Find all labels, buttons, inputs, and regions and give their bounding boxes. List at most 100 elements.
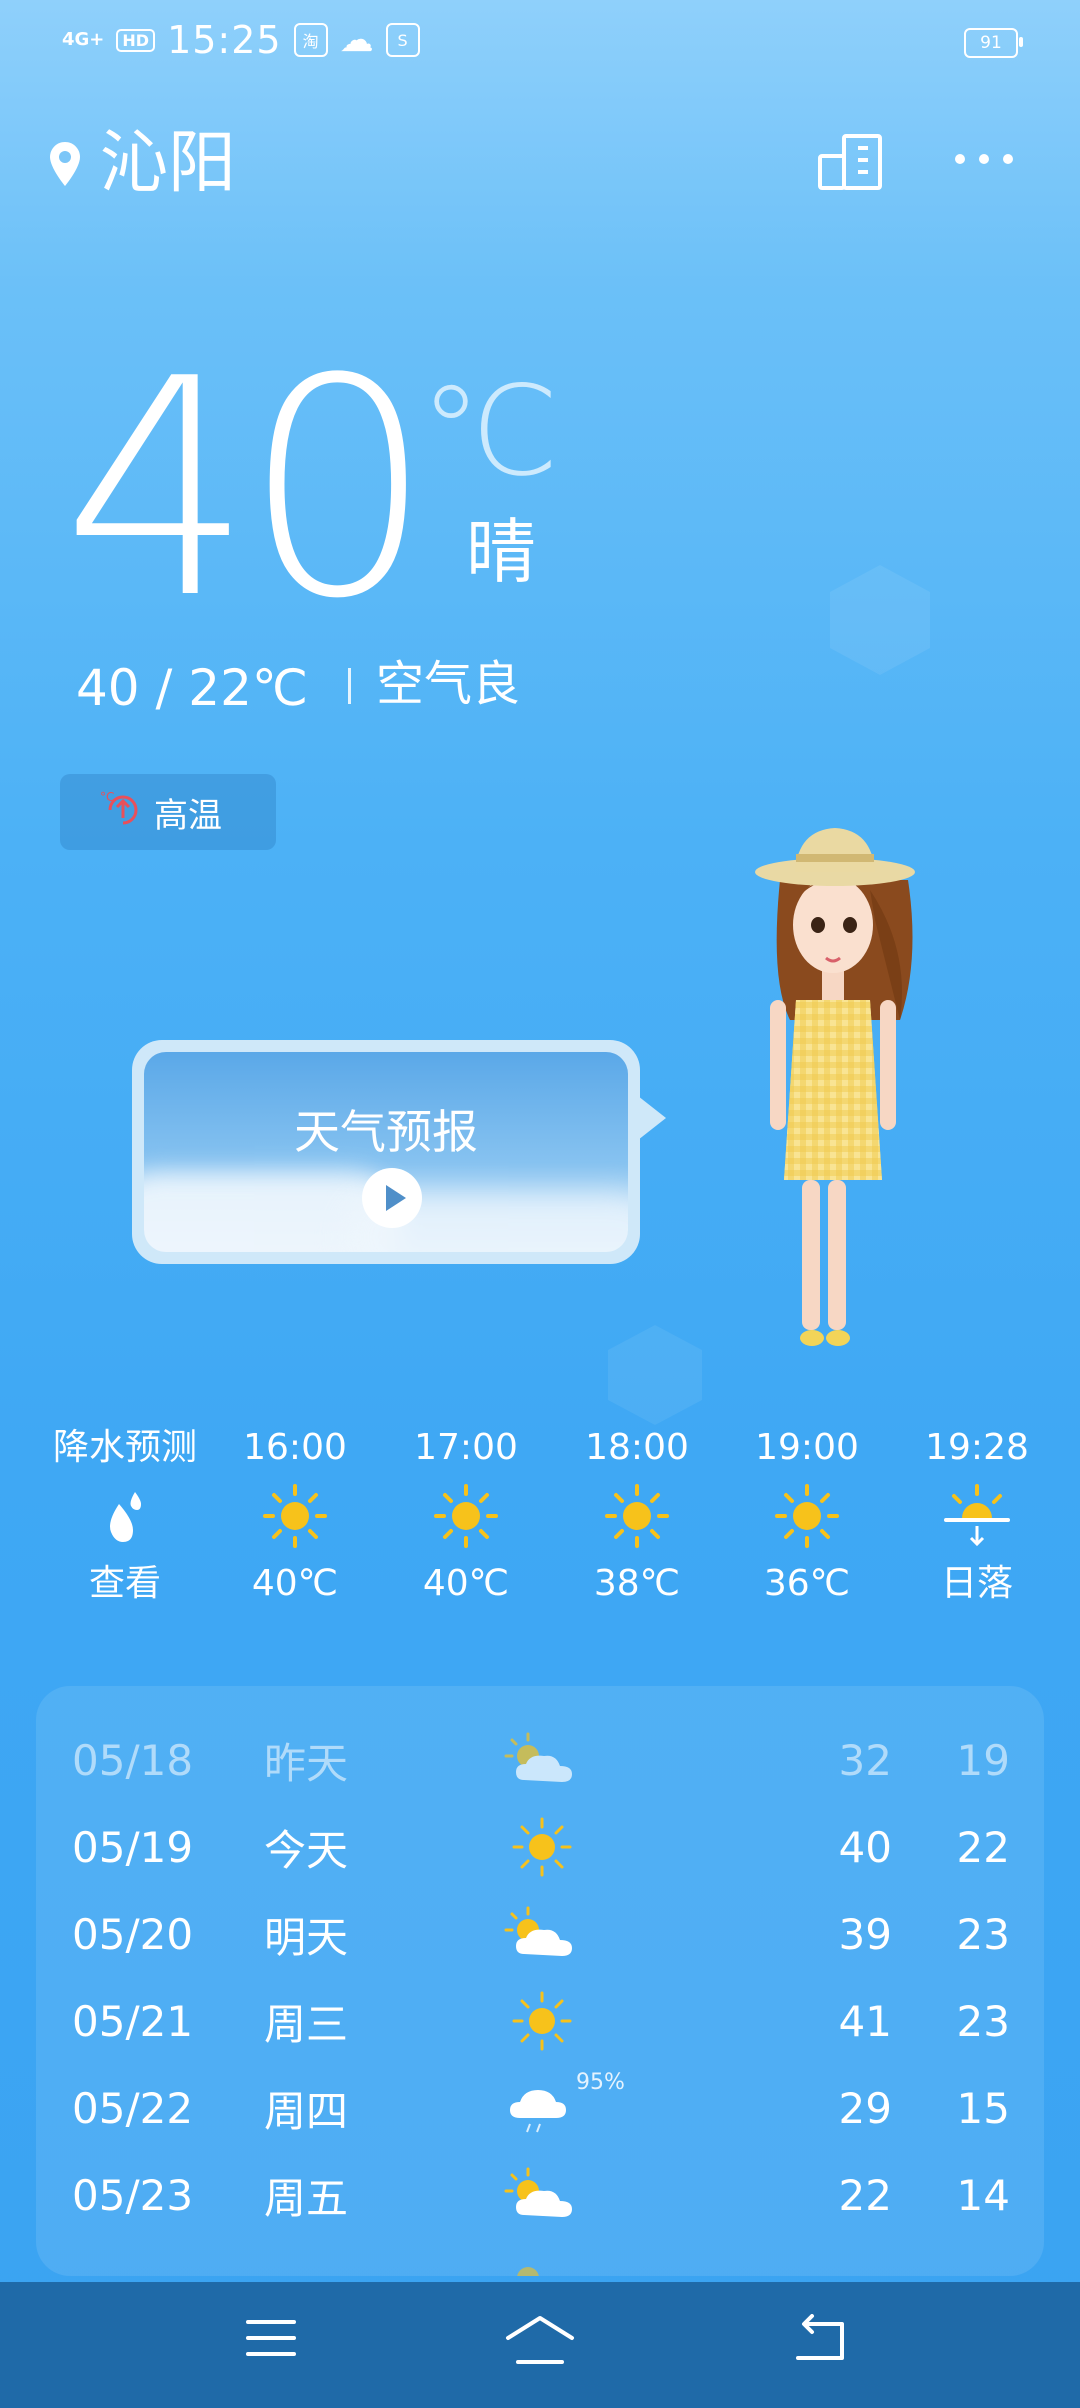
sun-icon [722, 1476, 892, 1556]
day-date: 05/22 [72, 2083, 194, 2133]
cloud-notification-icon: ☁ [339, 20, 374, 60]
hd-indicator: HD [116, 28, 156, 52]
day-low: 23 [956, 1909, 1010, 1959]
day-name: 周五 [264, 2173, 349, 2223]
city-buildings-icon[interactable] [818, 132, 884, 194]
svg-text:°C: °C [100, 790, 114, 804]
daily-row-partial[interactable] [36, 2238, 1044, 2276]
hourly-item: 19:28 日落 [892, 1420, 1062, 1612]
day-high: 22 [838, 2170, 892, 2220]
hourly-forecast: 降水预测 查看 16:00 40℃ 17:00 40℃ 18:00 38℃ 19… [40, 1420, 1060, 1620]
day-name: 昨天 [264, 1738, 349, 1788]
hour-label: 16:00 [243, 1427, 347, 1468]
sun-icon [502, 1991, 582, 2061]
high-low-temperature: 40 / 22℃ [76, 659, 309, 717]
hourly-item: 17:00 40℃ [381, 1420, 551, 1612]
current-temperature: 40 [62, 315, 434, 664]
day-low: 22 [956, 1822, 1010, 1872]
video-thumbnail: 天气预报 [144, 1052, 628, 1252]
day-date: 05/20 [72, 1909, 194, 1959]
weather-condition: 晴 [466, 511, 536, 593]
hour-value: 40℃ [422, 1563, 510, 1604]
back-icon[interactable] [794, 2314, 848, 2366]
sun-icon [210, 1476, 380, 1556]
daily-row[interactable]: 05/19 今天 40 22 [36, 1803, 1044, 1891]
day-name: 周三 [264, 1999, 349, 2049]
day-date: 05/18 [72, 1735, 194, 1785]
decor-hexagon [608, 1325, 702, 1425]
sun-icon [381, 1476, 551, 1556]
hourly-item: 18:00 38℃ [552, 1420, 722, 1612]
partly-cloudy-icon [502, 1904, 582, 1974]
day-high: 32 [838, 1735, 892, 1785]
more-dots-icon[interactable] [954, 150, 1014, 169]
home-icon[interactable] [504, 2314, 576, 2370]
day-date: 05/23 [72, 2170, 194, 2220]
video-card-title: 天气预报 [294, 1105, 478, 1159]
air-quality[interactable]: 空气良 [376, 654, 520, 714]
day-low: 23 [956, 1996, 1010, 2046]
alert-label: 高温 [154, 795, 222, 836]
day-date: 05/19 [72, 1822, 194, 1872]
sun-icon [552, 1476, 722, 1556]
hourly-item: 16:00 40℃ [210, 1420, 380, 1612]
weather-forecast-video-card[interactable]: 天气预报 [132, 1040, 640, 1264]
daily-row[interactable]: 05/22 周四 95% 29 15 [36, 2064, 1044, 2152]
divider [348, 668, 351, 704]
hour-value: 38℃ [593, 1563, 681, 1604]
raindrop-icon [40, 1476, 210, 1556]
partly-cloudy-icon [502, 1730, 582, 1800]
day-high: 29 [838, 2083, 892, 2133]
status-left: 4G+ HD 15:25 淘 ☁ S [62, 18, 420, 62]
day-high: 40 [838, 1822, 892, 1872]
city-name[interactable]: 沁阳 [100, 122, 236, 206]
day-name: 周四 [264, 2086, 349, 2136]
high-temp-alert-badge[interactable]: °C 高温 [60, 774, 276, 850]
thermometer-alert-icon: °C [100, 790, 146, 834]
day-name: 明天 [264, 1912, 349, 1962]
status-time: 15:25 [167, 18, 282, 62]
hour-label: 17:00 [414, 1427, 518, 1468]
decor-hexagon [830, 565, 930, 675]
hour-value: 36℃ [763, 1563, 851, 1604]
precip-probability: 95% [576, 2070, 625, 2095]
day-date: 05/21 [72, 1996, 194, 2046]
daily-row[interactable]: 05/21 周三 41 23 [36, 1977, 1044, 2065]
day-low: 19 [956, 1735, 1010, 1785]
partly-cloudy-icon [502, 2165, 582, 2235]
daily-row[interactable]: 05/23 周五 22 14 [36, 2151, 1044, 2239]
rain-cloud-icon [502, 2078, 582, 2148]
partly-cloudy-icon [502, 2252, 582, 2276]
speech-bubble-tail [638, 1096, 666, 1140]
hour-value: 查看 [88, 1563, 161, 1604]
daily-row[interactable]: 05/20 明天 39 23 [36, 1890, 1044, 1978]
hour-value: 40℃ [251, 1563, 339, 1604]
temperature-unit: ℃ [420, 360, 560, 504]
status-bar: 4G+ HD 15:25 淘 ☁ S 91 [0, 0, 1080, 84]
day-high: 41 [838, 1996, 892, 2046]
location-pin-icon[interactable] [48, 140, 82, 192]
precipitation-forecast-item[interactable]: 降水预测 查看 [40, 1420, 210, 1612]
hour-value: 日落 [940, 1563, 1013, 1604]
day-low: 15 [956, 2083, 1010, 2133]
weather-character-illustration[interactable] [740, 810, 930, 1370]
daily-forecast-list[interactable]: 05/18 昨天 32 19 05/19 今天 40 22 05/20 明天 3… [36, 1686, 1044, 2276]
battery-icon: 91 [964, 28, 1023, 58]
day-high: 39 [838, 1909, 892, 1959]
hour-label: 19:00 [755, 1427, 859, 1468]
sun-icon [502, 1817, 582, 1887]
hour-label: 19:28 [925, 1427, 1029, 1468]
menu-icon[interactable] [244, 2314, 298, 2366]
sunset-icon [892, 1476, 1062, 1556]
hourly-item: 19:00 36℃ [722, 1420, 892, 1612]
day-low: 14 [956, 2170, 1010, 2220]
play-icon[interactable] [362, 1168, 422, 1228]
app-notification-icon: S [385, 23, 420, 57]
day-name: 今天 [264, 1825, 349, 1875]
network-indicator: 4G+ [62, 29, 105, 50]
hour-label: 降水预测 [52, 1427, 197, 1468]
hour-label: 18:00 [585, 1427, 689, 1468]
taobao-notification-icon: 淘 [293, 23, 328, 57]
navigation-bar [0, 2282, 1080, 2408]
daily-row[interactable]: 05/18 昨天 32 19 [36, 1716, 1044, 1804]
